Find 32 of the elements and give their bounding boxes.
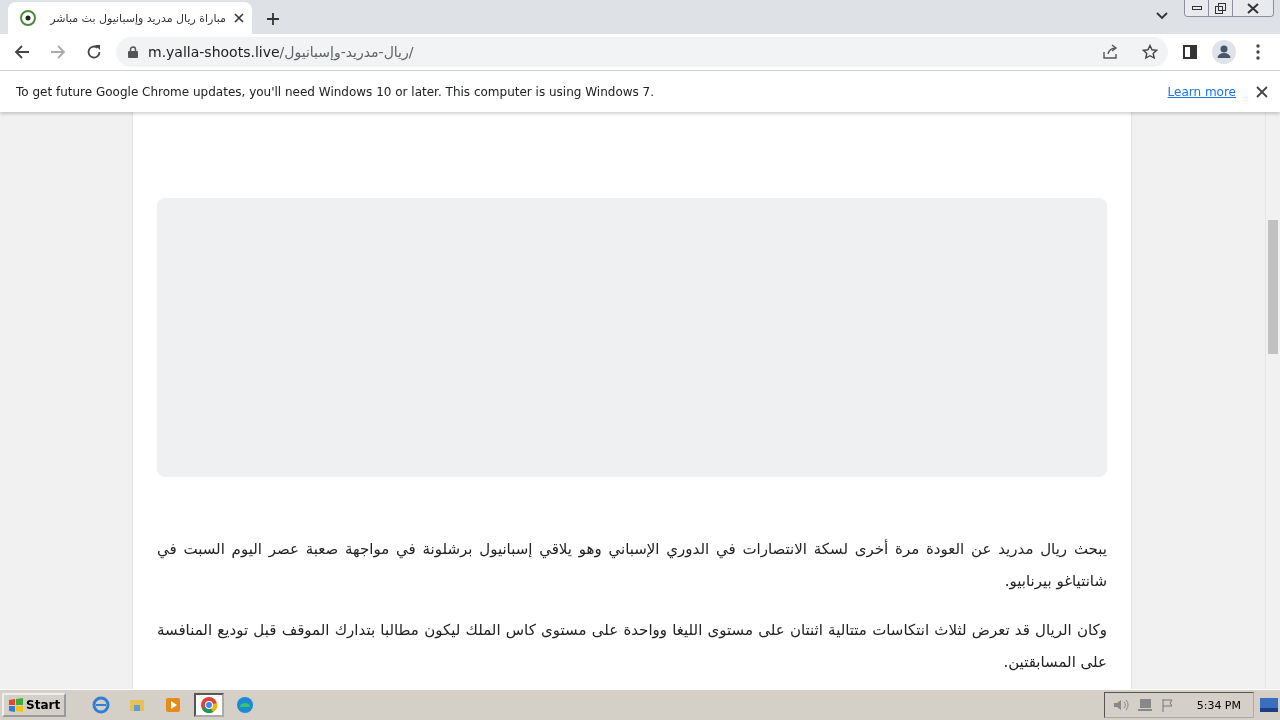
windows-flag-icon bbox=[8, 698, 24, 712]
start-button[interactable]: Start bbox=[2, 693, 67, 717]
url-host: m.yalla-shoots.live bbox=[148, 44, 280, 60]
new-tab-icon[interactable] bbox=[266, 12, 280, 26]
taskbar-app[interactable] bbox=[194, 693, 225, 717]
update-message: To get future Google Chrome updates, you'll need Windows 10 or later. This computer is using Windows 7. bbox=[16, 84, 656, 99]
tab-list-icon[interactable] bbox=[1156, 12, 1168, 20]
share-icon[interactable] bbox=[1102, 44, 1118, 60]
star-icon[interactable] bbox=[1142, 44, 1158, 60]
close-window-icon[interactable] bbox=[1233, 0, 1273, 16]
network-icon bbox=[1136, 698, 1153, 712]
url-path: /ريال-مدريد-وإسبانيول/ bbox=[279, 44, 414, 60]
minimize-icon[interactable] bbox=[1185, 0, 1209, 16]
article-paragraph: يبحث ريال مدريد عن العودة مرة أخرى لسكة الانتصارات في الدوري الإسباني وهو يلاقي إسبانيول برشلونة في مواجهة صعبة عصر اليوم السبت في شانتياغو بيرنابيو. bbox=[157, 538, 1107, 592]
browser-e-icon bbox=[92, 696, 111, 714]
edge-icon bbox=[236, 696, 255, 714]
browser-tab[interactable]: مباراة ريال مدريد وإسبانيول بث مباشر bbox=[8, 2, 252, 34]
close-tab-icon[interactable] bbox=[234, 13, 244, 23]
lock-icon bbox=[128, 46, 138, 58]
scroll-thumb[interactable] bbox=[1268, 220, 1278, 354]
speaker-icon bbox=[1112, 698, 1129, 712]
article-paragraph: وكان الريال قد تعرض لثلاث انتكاسات متتالية اثنتان على مستوى الليغا وواحدة على مستوى كاس الملك ليكون مطالبا بتدارك الموقف قبل توديع المنافسة على المسابقتين. bbox=[157, 620, 1107, 673]
chrome-icon bbox=[200, 696, 219, 714]
close-icon[interactable] bbox=[1256, 85, 1268, 98]
learn-more-link[interactable]: Learn more bbox=[1167, 84, 1236, 99]
flag-icon bbox=[1160, 698, 1175, 712]
restore-icon[interactable] bbox=[1209, 0, 1233, 16]
clock: 5:34 PM bbox=[1196, 698, 1241, 712]
profile-icon[interactable] bbox=[1212, 40, 1236, 64]
scrollbar[interactable] bbox=[1265, 112, 1280, 689]
play-icon bbox=[164, 696, 183, 714]
tab-title: مباراة ريال مدريد وإسبانيول بث مباشر bbox=[48, 11, 226, 25]
